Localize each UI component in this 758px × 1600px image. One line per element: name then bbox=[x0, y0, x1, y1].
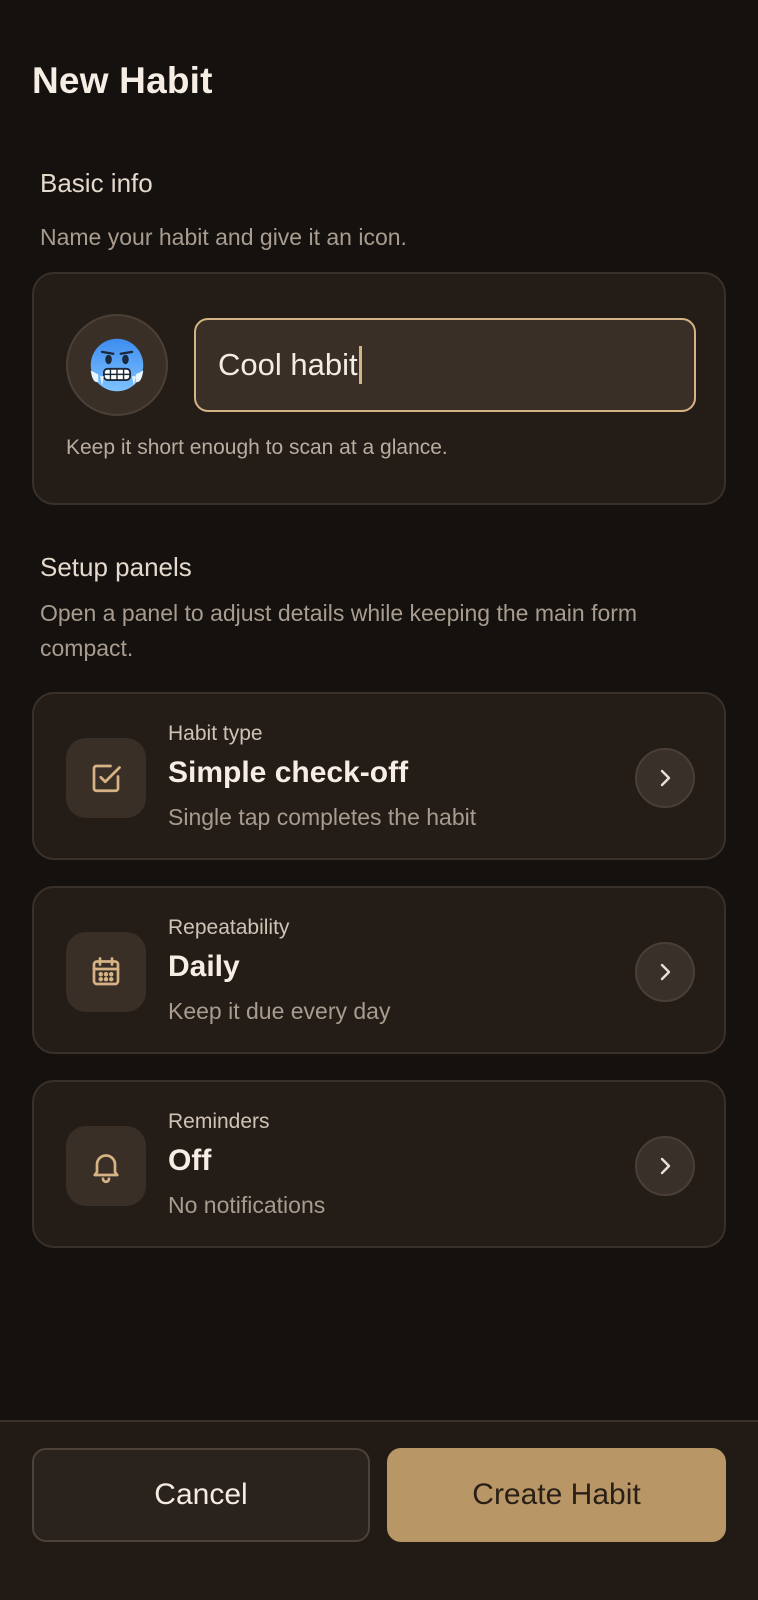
panel-reminders[interactable]: Reminders Off No notifications bbox=[32, 1080, 726, 1248]
open-panel-button[interactable] bbox=[635, 1136, 695, 1196]
panel-icon-box bbox=[66, 1126, 146, 1206]
chevron-right-icon bbox=[660, 963, 671, 981]
panel-description: Single tap completes the habit bbox=[168, 804, 477, 830]
bell-icon bbox=[93, 1154, 119, 1184]
new-habit-screen: New Habit Basic info Name your habit and… bbox=[0, 0, 758, 1600]
panel-habit-type[interactable]: Habit type Simple check-off Single tap c… bbox=[32, 692, 726, 860]
calendar-icon bbox=[92, 957, 120, 986]
setup-panels-subtitle: Open a panel to adjust details while kee… bbox=[40, 600, 638, 661]
habit-name-hint: Keep it short enough to scan at a glance… bbox=[66, 436, 448, 459]
footer-action-bar: Cancel Create Habit bbox=[0, 1420, 758, 1600]
panel-value: Simple check-off bbox=[168, 756, 409, 789]
text-cursor bbox=[358, 346, 362, 384]
open-panel-button[interactable] bbox=[635, 942, 695, 1002]
cancel-button[interactable]: Cancel bbox=[32, 1448, 370, 1542]
page-title: New Habit bbox=[32, 60, 213, 101]
panel-value: Daily bbox=[168, 950, 240, 983]
basic-info-subtitle: Name your habit and give it an icon. bbox=[40, 224, 407, 250]
basic-info-card: Cool habit Keep it short enough to scan … bbox=[32, 272, 726, 505]
panel-icon-box bbox=[66, 738, 146, 818]
basic-info-title: Basic info bbox=[40, 168, 153, 198]
cold-face-emoji-icon bbox=[90, 338, 144, 392]
panel-kicker: Reminders bbox=[168, 1110, 270, 1133]
panel-value: Off bbox=[168, 1144, 212, 1177]
panel-description: Keep it due every day bbox=[168, 998, 391, 1024]
panel-kicker: Repeatability bbox=[168, 916, 290, 939]
habit-name-value: Cool habit bbox=[218, 318, 362, 412]
habit-name-text: Cool habit bbox=[218, 347, 358, 382]
panel-repeatability[interactable]: Repeatability Daily Keep it due every da… bbox=[32, 886, 726, 1054]
chevron-right-icon bbox=[660, 1157, 671, 1175]
panel-icon-box bbox=[66, 932, 146, 1012]
chevron-right-icon bbox=[660, 769, 671, 787]
checkbox-icon bbox=[92, 764, 121, 793]
emoji-picker-button[interactable] bbox=[66, 314, 168, 416]
open-panel-button[interactable] bbox=[635, 748, 695, 808]
panel-description: No notifications bbox=[168, 1192, 326, 1218]
panel-kicker: Habit type bbox=[168, 722, 263, 745]
create-habit-button[interactable]: Create Habit bbox=[387, 1448, 726, 1542]
setup-panels-title: Setup panels bbox=[40, 552, 192, 582]
